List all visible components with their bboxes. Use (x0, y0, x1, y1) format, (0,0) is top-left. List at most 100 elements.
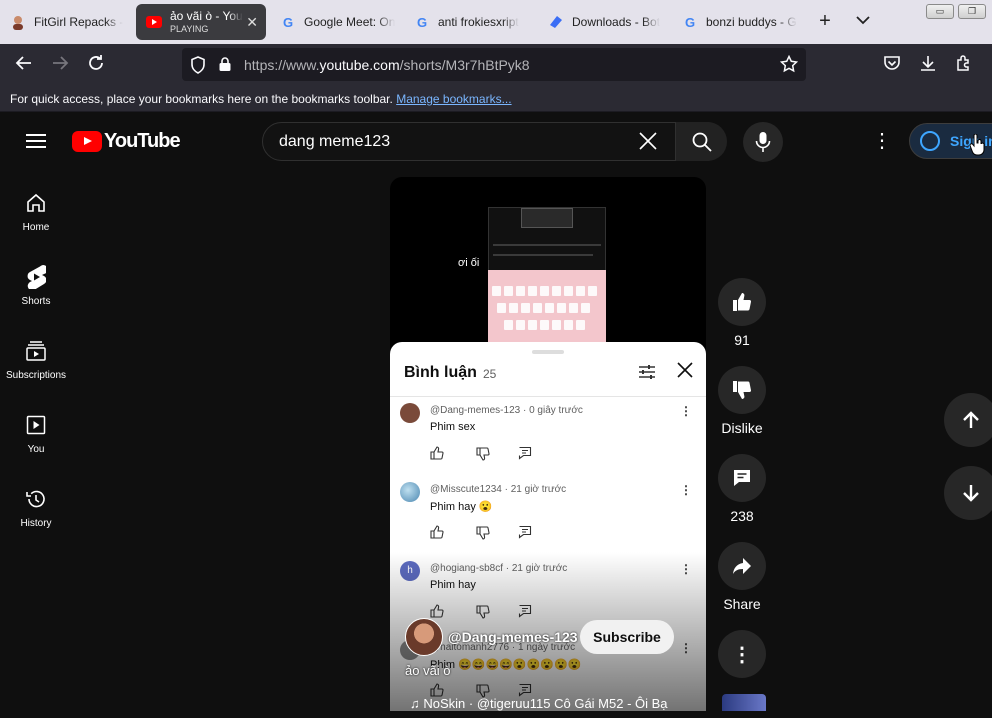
channel-avatar[interactable] (405, 618, 443, 656)
comment-more-icon[interactable]: ⋮ (680, 562, 692, 576)
sound-thumbnail[interactable] (722, 694, 766, 711)
comment-time: 0 giây trước (529, 405, 583, 416)
comment-actions (430, 525, 540, 541)
thumbs-up-icon[interactable] (430, 446, 444, 460)
subscribe-button[interactable]: Subscribe (580, 620, 674, 654)
reload-button[interactable] (84, 54, 108, 77)
reply-icon[interactable] (518, 604, 532, 618)
search-button[interactable] (675, 122, 727, 161)
extensions-button[interactable] (952, 54, 976, 77)
tracking-protection-shield-icon[interactable] (190, 56, 206, 79)
close-comments-icon[interactable] (676, 359, 694, 385)
comment-actions (430, 604, 540, 620)
settings-more-icon[interactable]: ⋮ (872, 130, 892, 152)
search-box: dang meme123 (262, 122, 727, 161)
avatar[interactable] (400, 403, 420, 423)
clear-search-icon[interactable] (637, 130, 659, 158)
microphone-icon (755, 132, 771, 152)
account-icon (920, 131, 940, 151)
thumbs-up-icon[interactable] (430, 604, 444, 618)
comment-text: Phim hay 😮 (430, 501, 493, 513)
comment-item: @Dang-memes-123 · 0 giây trước Phim sex … (390, 403, 706, 481)
sidebar-item-you[interactable]: You (0, 412, 72, 455)
comment-actions (430, 446, 540, 462)
minimize-button[interactable]: ▭ (926, 4, 954, 19)
more-actions-button[interactable]: ⋮ (718, 630, 766, 684)
reply-icon[interactable] (518, 446, 532, 460)
new-tab-button[interactable]: + (814, 10, 836, 33)
sidebar-item-history[interactable]: History (0, 486, 72, 529)
thumbs-down-icon[interactable] (476, 447, 490, 461)
reply-icon[interactable] (518, 683, 532, 697)
comment-text: Phim 😄😄😄😄😮😮😮😮😮 (430, 659, 582, 671)
pocket-button[interactable] (880, 54, 904, 77)
sidebar-item-subscriptions[interactable]: Subscriptions (0, 338, 72, 381)
voice-search-button[interactable] (743, 122, 783, 162)
avatar[interactable]: h (400, 561, 420, 581)
youtube-page: YouTube dang meme123 ⋮ Sign in Home Shor… (0, 112, 992, 711)
video-title[interactable]: ảo vãi ò (405, 663, 451, 678)
bookmarks-hint: For quick access, place your bookmarks h… (10, 92, 393, 106)
youtube-logo[interactable]: YouTube (72, 130, 181, 153)
thumbs-up-icon[interactable] (430, 683, 444, 697)
bookmark-star-icon[interactable] (779, 54, 799, 78)
forward-button[interactable] (48, 54, 72, 77)
google-icon: G (282, 14, 294, 30)
tab-youtube-active[interactable]: ảo vãi ò - You PLAYING ✕ (136, 4, 266, 40)
panel-drag-handle[interactable] (532, 350, 564, 354)
address-bar[interactable]: https://www.youtube.com/shorts/M3r7hBtPy… (182, 48, 806, 81)
back-button[interactable] (12, 54, 36, 77)
comment-more-icon[interactable]: ⋮ (680, 404, 692, 418)
thumbs-up-icon[interactable] (430, 525, 444, 539)
downloads-button[interactable] (916, 54, 940, 77)
reply-icon[interactable] (518, 525, 532, 539)
tab-downloads[interactable]: Downloads - Bot (538, 4, 668, 40)
comment-author[interactable]: @Misscute1234 (430, 484, 502, 495)
manage-bookmarks-link[interactable]: Manage bookmarks... (396, 92, 511, 106)
share-button[interactable]: Share (718, 542, 766, 612)
home-icon (0, 190, 72, 216)
comment-author[interactable]: @Dang-memes-123 (430, 405, 520, 416)
dislike-label: Dislike (721, 420, 763, 436)
search-icon (692, 132, 712, 152)
share-icon (718, 542, 766, 590)
arrow-up-icon (963, 411, 979, 428)
comments-panel: Bình luận 25 @Dang-memes-123 · 0 giây tr… (390, 342, 706, 711)
dislike-button[interactable]: Dislike (718, 366, 766, 436)
music-credit-link[interactable]: ♫ NoSkin · @tigeruu115 Cô Gái M52 - Ôi B… (410, 696, 702, 711)
divider (390, 396, 706, 397)
thumbs-down-icon[interactable] (476, 526, 490, 540)
sort-filter-icon[interactable] (637, 362, 657, 382)
thumbs-down-icon[interactable] (476, 605, 490, 619)
puzzle-icon (957, 55, 969, 71)
url-text: https://www.youtube.com/shorts/M3r7hBtPy… (244, 57, 530, 73)
sidebar-item-home[interactable]: Home (0, 190, 72, 233)
comments-button[interactable]: 238 (718, 454, 766, 524)
comment-more-icon[interactable]: ⋮ (680, 641, 692, 655)
close-tab-icon[interactable]: ✕ (246, 14, 258, 31)
sidebar-item-shorts[interactable]: Shorts (0, 264, 72, 307)
tab-fitgirl[interactable]: FitGirl Repacks - (0, 4, 134, 40)
channel-name-link[interactable]: @Dang-memes-123 (448, 629, 578, 645)
next-short-button[interactable] (944, 466, 992, 520)
like-button[interactable]: 91 (718, 278, 766, 348)
google-icon: G (684, 14, 696, 30)
menu-hamburger-icon[interactable] (26, 134, 46, 148)
avatar[interactable] (400, 482, 420, 502)
search-input[interactable]: dang meme123 (279, 133, 390, 151)
arrow-down-icon (963, 485, 979, 502)
tab-bonzi-buddys[interactable]: G bonzi buddys - G (672, 4, 802, 40)
comment-time: 21 giờ trước (510, 484, 567, 495)
lock-icon[interactable] (218, 56, 232, 77)
tab-anti-frokiesxript[interactable]: G anti frokiesxript (404, 4, 534, 40)
download-icon (921, 56, 935, 71)
tab-google-meet[interactable]: G Google Meet: On (270, 4, 400, 40)
comment-more-icon[interactable]: ⋮ (680, 483, 692, 497)
discord-icon (548, 14, 564, 30)
thumbs-up-icon (718, 278, 766, 326)
bookmarks-toolbar: For quick access, place your bookmarks h… (0, 86, 992, 112)
restore-button[interactable]: ❐ (958, 4, 986, 19)
list-all-tabs-button[interactable] (856, 12, 870, 28)
comment-author[interactable]: @hogiang-sb8cf (430, 563, 503, 574)
previous-short-button[interactable] (944, 393, 992, 447)
